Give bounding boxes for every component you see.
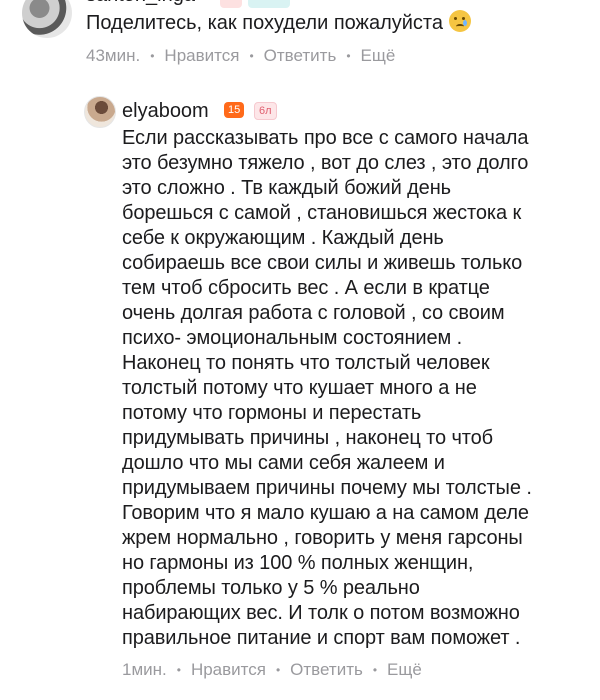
comment-time: 1мин. [122,660,167,679]
comment-text: Если рассказывать про все с самого начал… [122,127,532,649]
separator-dot: • [275,663,281,677]
level-badge: 15 [224,102,245,118]
avatar[interactable] [84,96,116,128]
user-badge [248,0,290,8]
reply-button[interactable]: Ответить [264,46,337,66]
reply-button[interactable]: Ответить [290,660,363,680]
comment-time: 43мин. [86,46,141,65]
separator-dot: • [372,663,378,677]
separator-dot: • [346,49,351,63]
status-badge: 6л [254,102,277,120]
crying-face-icon [448,10,471,32]
separator-dot: • [176,663,181,677]
comment-actions: 43мин. • Нравится • Ответить • Ещё [86,46,395,66]
separator-dot: • [150,49,155,63]
comment-actions: 1мин. • Нравится • Ответить • Ещё [122,660,422,680]
comment-username[interactable]: elyaboom [122,100,209,123]
like-button[interactable]: Нравится [191,660,266,680]
comment-username[interactable]: santon_inga [86,0,195,7]
more-button[interactable]: Ещё [361,46,396,66]
like-button[interactable]: Нравится [164,46,239,66]
separator-dot: • [249,49,254,63]
comment-text: Поделитесь, как похудели пожалуйста [86,10,471,36]
more-button[interactable]: Ещё [387,660,422,680]
avatar[interactable] [22,0,72,38]
user-badge [220,0,242,8]
